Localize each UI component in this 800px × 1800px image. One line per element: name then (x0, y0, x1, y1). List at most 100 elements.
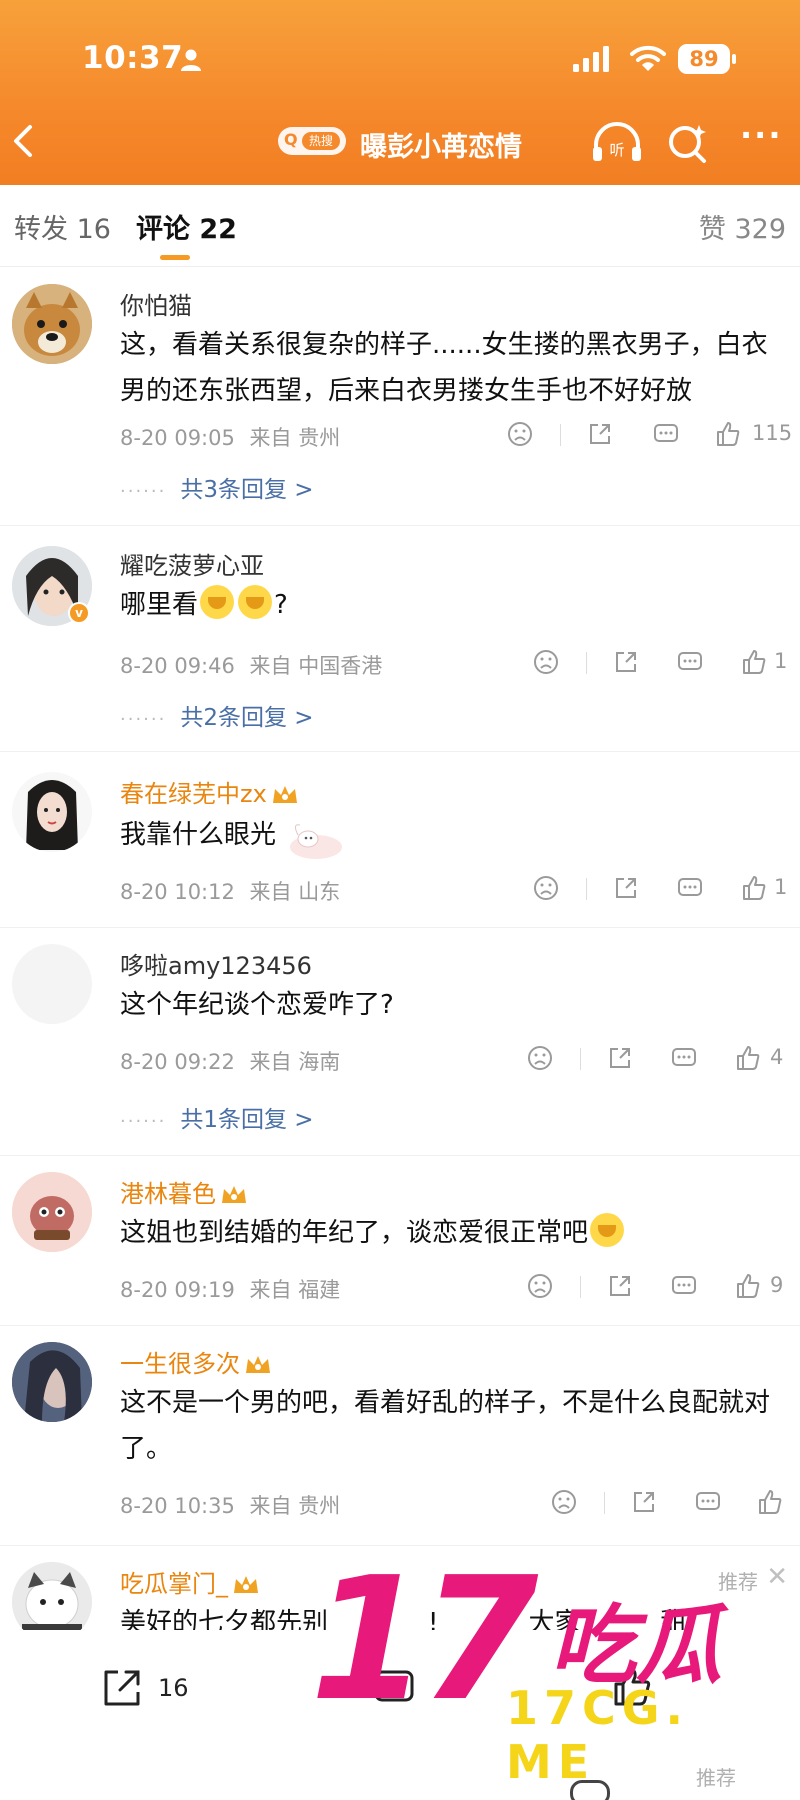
share-icon[interactable] (612, 874, 640, 902)
username[interactable]: 港林暮色 (120, 1174, 248, 1209)
comment-date: 8-20 09:22 (120, 1050, 235, 1074)
username-text: 春在绿芜中zx (120, 780, 267, 808)
username[interactable]: 春在绿芜中zx (120, 774, 299, 809)
like-count: 9 (770, 1273, 784, 1297)
like-icon[interactable] (756, 1488, 784, 1516)
comment-date: 8-20 09:46 (120, 654, 235, 678)
comment-actions (550, 1488, 796, 1518)
laugh-emoji-icon (200, 585, 235, 619)
bunny-sticker-icon (290, 824, 343, 859)
username[interactable]: 耀吃菠萝心亚 (120, 546, 264, 581)
tab-likes[interactable]: 赞 329 (699, 207, 786, 246)
view-replies-link[interactable]: ······ 共3条回复 > (120, 470, 314, 504)
tab-comments[interactable]: 评论 22 (136, 207, 237, 246)
crown-badge-icon (222, 1186, 246, 1203)
comment-location: 来自 中国香港 (249, 654, 383, 678)
page-title[interactable]: 曝彭小苒恋情 (360, 125, 522, 164)
comment-meta: 8-20 10:35 来自 贵州 (120, 1490, 348, 1520)
crown-badge-icon (234, 1576, 258, 1593)
comment-text: 这，看着关系很复杂的样子......女生搂的黑衣男子，白衣男的还东张西望，后来白… (120, 330, 768, 406)
share-icon[interactable] (586, 420, 614, 448)
like-icon[interactable] (734, 1044, 762, 1072)
listen-label: 听 (609, 141, 624, 159)
username[interactable]: 你怕猫 (120, 286, 192, 321)
hot-search-badge[interactable]: Q 热搜 (278, 127, 346, 155)
tab-repost[interactable]: 转发 16 (14, 207, 111, 246)
headphones-listen-icon[interactable]: 听 (590, 121, 644, 165)
watermark-logo: 17 吃瓜 17CG. ME (310, 1541, 790, 1789)
dislike-icon[interactable] (506, 420, 534, 448)
username-text: 港林暮色 (120, 1180, 216, 1208)
dislike-icon[interactable] (526, 1044, 554, 1072)
watermark-url: 17CG. ME (506, 1681, 690, 1789)
reply-icon[interactable] (676, 874, 704, 902)
dislike-icon[interactable] (550, 1488, 578, 1516)
comment-item: v 耀吃菠萝心亚 哪里看? 8-20 09:46 来自 中国香港 1 ·····… (0, 526, 800, 752)
like-icon[interactable] (740, 874, 768, 902)
like-count: 115 (752, 421, 793, 445)
active-tab-indicator (160, 255, 190, 260)
dislike-icon[interactable] (532, 648, 560, 676)
avatar[interactable] (12, 944, 92, 1024)
search-small-icon: Q (284, 130, 298, 149)
share-icon[interactable] (630, 1488, 658, 1516)
back-arrow-icon[interactable] (6, 121, 42, 161)
more-options-icon[interactable]: ··· (740, 119, 786, 155)
comment-item: 你怕猫 这，看着关系很复杂的样子......女生搂的黑衣男子，白衣男的还东张西望… (0, 268, 800, 526)
avatar[interactable] (12, 1172, 92, 1252)
username-text: 吃瓜掌门_ (120, 1570, 228, 1598)
repost-icon[interactable] (100, 1666, 144, 1710)
reply-icon[interactable] (676, 648, 704, 676)
comment-date: 8-20 10:12 (120, 880, 235, 904)
share-icon[interactable] (606, 1272, 634, 1300)
reply-icon[interactable] (694, 1488, 722, 1516)
username[interactable]: 一生很多次 (120, 1344, 272, 1379)
nav-bar: Q 热搜 曝彭小苒恋情 听 ··· (0, 115, 800, 169)
comment-text: 哪里看? (120, 582, 780, 628)
username[interactable]: 吃瓜掌门_ (120, 1564, 260, 1599)
comment-meta: 8-20 10:12 来自 山东 (120, 876, 348, 906)
watermark-number: 17 (310, 1541, 539, 1739)
avatar[interactable] (12, 1342, 92, 1422)
view-replies-link[interactable]: ······ 共2条回复 > (120, 698, 314, 732)
dislike-icon[interactable] (532, 874, 560, 902)
username-text: 一生很多次 (120, 1350, 240, 1378)
hot-search-label: 热搜 (302, 132, 340, 150)
wifi-icon (630, 45, 666, 71)
like-icon[interactable] (740, 648, 768, 676)
replies-count: 共3条回复 > (180, 477, 314, 503)
comment-location: 来自 贵州 (249, 1494, 341, 1518)
reply-icon[interactable] (670, 1044, 698, 1072)
reply-icon[interactable] (670, 1272, 698, 1300)
username[interactable]: 哆啦amy123456 (120, 946, 312, 981)
search-icon[interactable] (666, 121, 710, 165)
comment-item: 一生很多次 这不是一个男的吧，看着好乱的样子，不是什么良配就对了。 8-20 1… (0, 1326, 800, 1546)
avatar[interactable] (12, 772, 92, 852)
share-icon[interactable] (612, 648, 640, 676)
comment-date: 8-20 09:19 (120, 1278, 235, 1302)
comment-text-content: 哪里看 (120, 590, 199, 620)
comment-meta: 8-20 09:46 来自 中国香港 (120, 650, 390, 680)
top-header: 10:37 89 Q 热搜 曝彭小苒恋情 听 ··· (0, 0, 800, 185)
laugh-emoji-icon (238, 585, 273, 619)
comment-item: 春在绿芜中zx 我靠什么眼光 8-20 10:12 来自 山东 1 (0, 752, 800, 928)
battery-level: 89 (689, 47, 719, 71)
replies-count: 共1条回复 > (180, 1107, 314, 1133)
comment-date: 8-20 09:05 (120, 426, 235, 450)
repost-count: 16 (158, 1674, 189, 1702)
like-icon[interactable] (734, 1272, 762, 1300)
like-icon[interactable] (714, 420, 742, 448)
comment-meta: 8-20 09:19 来自 福建 (120, 1274, 348, 1304)
share-icon[interactable] (606, 1044, 634, 1072)
avatar[interactable] (12, 284, 92, 364)
comment-text-suffix: ? (274, 590, 288, 620)
status-time: 10:37 (82, 40, 184, 76)
signal-icon (573, 46, 609, 72)
comment-location: 来自 海南 (249, 1050, 341, 1074)
crown-badge-icon (272, 786, 297, 803)
comment-meta: 8-20 09:22 来自 海南 (120, 1046, 348, 1076)
battery-indicator: 89 (678, 44, 736, 74)
reply-icon[interactable] (652, 420, 680, 448)
dislike-icon[interactable] (526, 1272, 554, 1300)
view-replies-link[interactable]: ······ 共1条回复 > (120, 1100, 314, 1134)
